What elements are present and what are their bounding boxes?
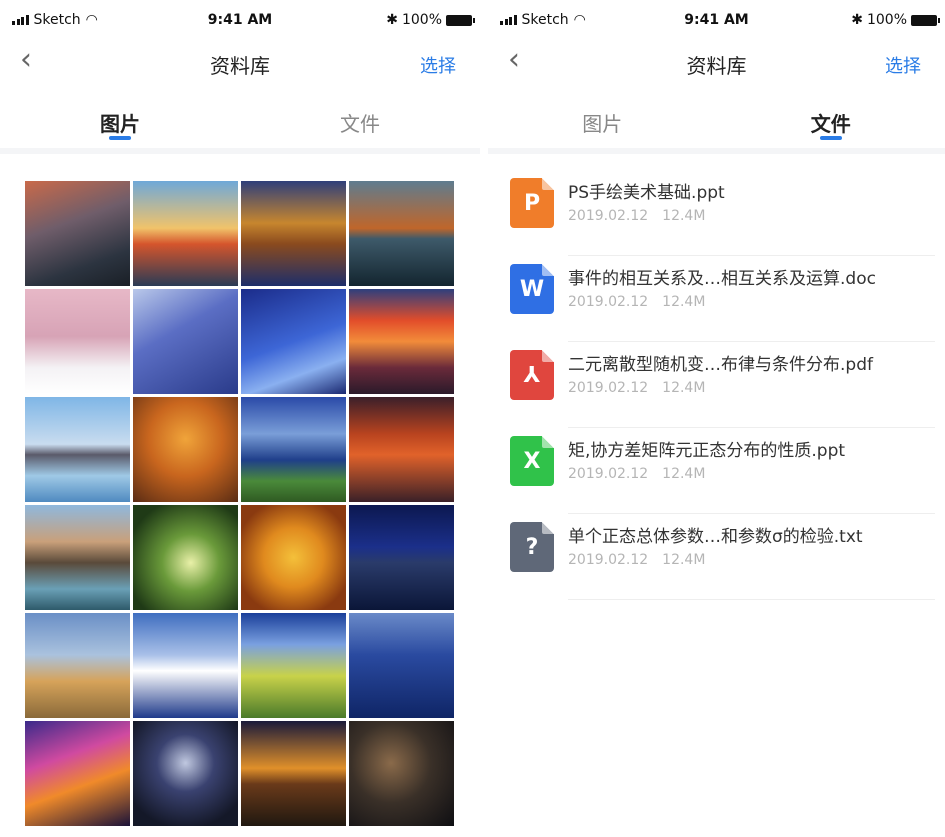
bluetooth-icon: ✱ (851, 12, 863, 28)
file-date: 2019.02.12 (568, 380, 649, 396)
file-meta: 2019.02.12 12.4M (568, 380, 705, 396)
tab-bar: 图片 文件 (0, 84, 480, 154)
photo-thumbnail[interactable] (133, 721, 238, 826)
photo-thumbnail[interactable] (349, 721, 454, 826)
word-icon: W (510, 264, 554, 314)
tab-images-label: 图片 (100, 112, 140, 136)
file-name: 矩,协方差矩阵元正态分布的性质.ppt (568, 441, 846, 461)
file-date: 2019.02.12 (568, 552, 649, 568)
file-name: 事件的相互关系及…相互关系及运算.doc (568, 269, 876, 289)
photo-thumbnail[interactable] (241, 505, 346, 610)
pdf-icon: ⅄ (510, 350, 554, 400)
tab-files[interactable]: 文件 (717, 84, 945, 148)
photo-thumbnail[interactable] (25, 289, 130, 394)
tab-active-indicator (819, 136, 842, 140)
excel-icon: X (510, 436, 554, 486)
file-name: 单个正态总体参数…和参数σ的检验.txt (568, 527, 863, 547)
file-meta: 2019.02.12 12.4M (568, 552, 705, 568)
file-name: 二元离散型随机变…布律与条件分布.pdf (568, 355, 873, 375)
tab-active-indicator (109, 136, 131, 140)
file-list-item[interactable]: ? 单个正态总体参数…和参数σ的检验.txt 2019.02.12 12.4M (488, 514, 945, 600)
photo-thumbnail[interactable] (133, 397, 238, 502)
status-bar: Sketch ◠ 9:41 AM ✱ 100% (0, 0, 480, 40)
tab-files[interactable]: 文件 (240, 84, 480, 148)
photo-thumbnail[interactable] (349, 505, 454, 610)
photo-thumbnail[interactable] (241, 181, 346, 286)
file-date: 2019.02.12 (568, 294, 649, 310)
divider (568, 599, 935, 600)
photo-thumbnail[interactable] (241, 397, 346, 502)
photo-thumbnail[interactable] (25, 397, 130, 502)
bluetooth-icon: ✱ (386, 12, 398, 28)
tab-images-label: 图片 (582, 112, 623, 136)
file-meta: 2019.02.12 12.4M (568, 294, 705, 310)
photo-thumbnail[interactable] (133, 613, 238, 718)
file-date: 2019.02.12 (568, 466, 649, 482)
tab-bar: 图片 文件 (488, 84, 945, 154)
photo-thumbnail[interactable] (25, 613, 130, 718)
photo-thumbnail[interactable] (349, 397, 454, 502)
photo-thumbnail[interactable] (133, 289, 238, 394)
photo-thumbnail[interactable] (349, 613, 454, 718)
page-title: 资料库 (210, 54, 270, 78)
files-screen: Sketch ◠ 9:41 AM ✱ 100% ‹ 资料库 选择 图片 文件 P… (488, 0, 945, 837)
select-button[interactable]: 选择 (885, 52, 921, 78)
tab-files-label: 文件 (810, 112, 851, 136)
file-list-item[interactable]: ⅄ 二元离散型随机变…布律与条件分布.pdf 2019.02.12 12.4M (488, 342, 945, 428)
status-bar: Sketch ◠ 9:41 AM ✱ 100% (488, 0, 945, 40)
file-size: 12.4M (662, 552, 706, 568)
photo-grid (25, 181, 455, 826)
file-list-item[interactable]: X 矩,协方差矩阵元正态分布的性质.ppt 2019.02.12 12.4M (488, 428, 945, 514)
photo-thumbnail[interactable] (241, 721, 346, 826)
nav-bar: ‹ 资料库 选择 (0, 40, 480, 84)
unknown-file-icon: ? (510, 522, 554, 572)
photo-thumbnail[interactable] (25, 181, 130, 286)
photo-thumbnail[interactable] (133, 505, 238, 610)
battery-percent: 100% (401, 12, 442, 28)
battery-percent: 100% (866, 12, 907, 28)
tab-images[interactable]: 图片 (488, 84, 717, 148)
tab-files-label: 文件 (340, 112, 380, 136)
battery-area: ✱ 100% (386, 12, 475, 28)
ppt-icon: P (510, 178, 554, 228)
file-list: P PS手绘美术基础.ppt 2019.02.12 12.4M W 事件的相互关系及…相互… (488, 154, 945, 600)
select-button[interactable]: 选择 (420, 52, 456, 78)
battery-icon (446, 14, 475, 26)
file-list-item[interactable]: W 事件的相互关系及…相互关系及运算.doc 2019.02.12 12.4M (488, 256, 945, 342)
tab-images[interactable]: 图片 (0, 84, 240, 148)
photo-thumbnail[interactable] (349, 181, 454, 286)
photo-thumbnail[interactable] (25, 505, 130, 610)
photo-thumbnail[interactable] (349, 289, 454, 394)
file-size: 12.4M (662, 208, 706, 224)
file-size: 12.4M (662, 466, 706, 482)
nav-bar: ‹ 资料库 选择 (488, 40, 945, 84)
battery-area: ✱ 100% (851, 12, 940, 28)
file-meta: 2019.02.12 12.4M (568, 466, 705, 482)
battery-icon (911, 14, 940, 26)
file-size: 12.4M (662, 294, 706, 310)
photos-screen: Sketch ◠ 9:41 AM ✱ 100% ‹ 资料库 选择 图片 文件 (0, 0, 480, 837)
photo-thumbnail[interactable] (241, 613, 346, 718)
file-size: 12.4M (662, 380, 706, 396)
photo-thumbnail[interactable] (25, 721, 130, 826)
photo-thumbnail[interactable] (241, 289, 346, 394)
file-meta: 2019.02.12 12.4M (568, 208, 705, 224)
file-list-item[interactable]: P PS手绘美术基础.ppt 2019.02.12 12.4M (488, 170, 945, 256)
file-date: 2019.02.12 (568, 208, 649, 224)
page-title: 资料库 (686, 54, 747, 78)
photo-thumbnail[interactable] (133, 181, 238, 286)
file-name: PS手绘美术基础.ppt (568, 183, 725, 203)
